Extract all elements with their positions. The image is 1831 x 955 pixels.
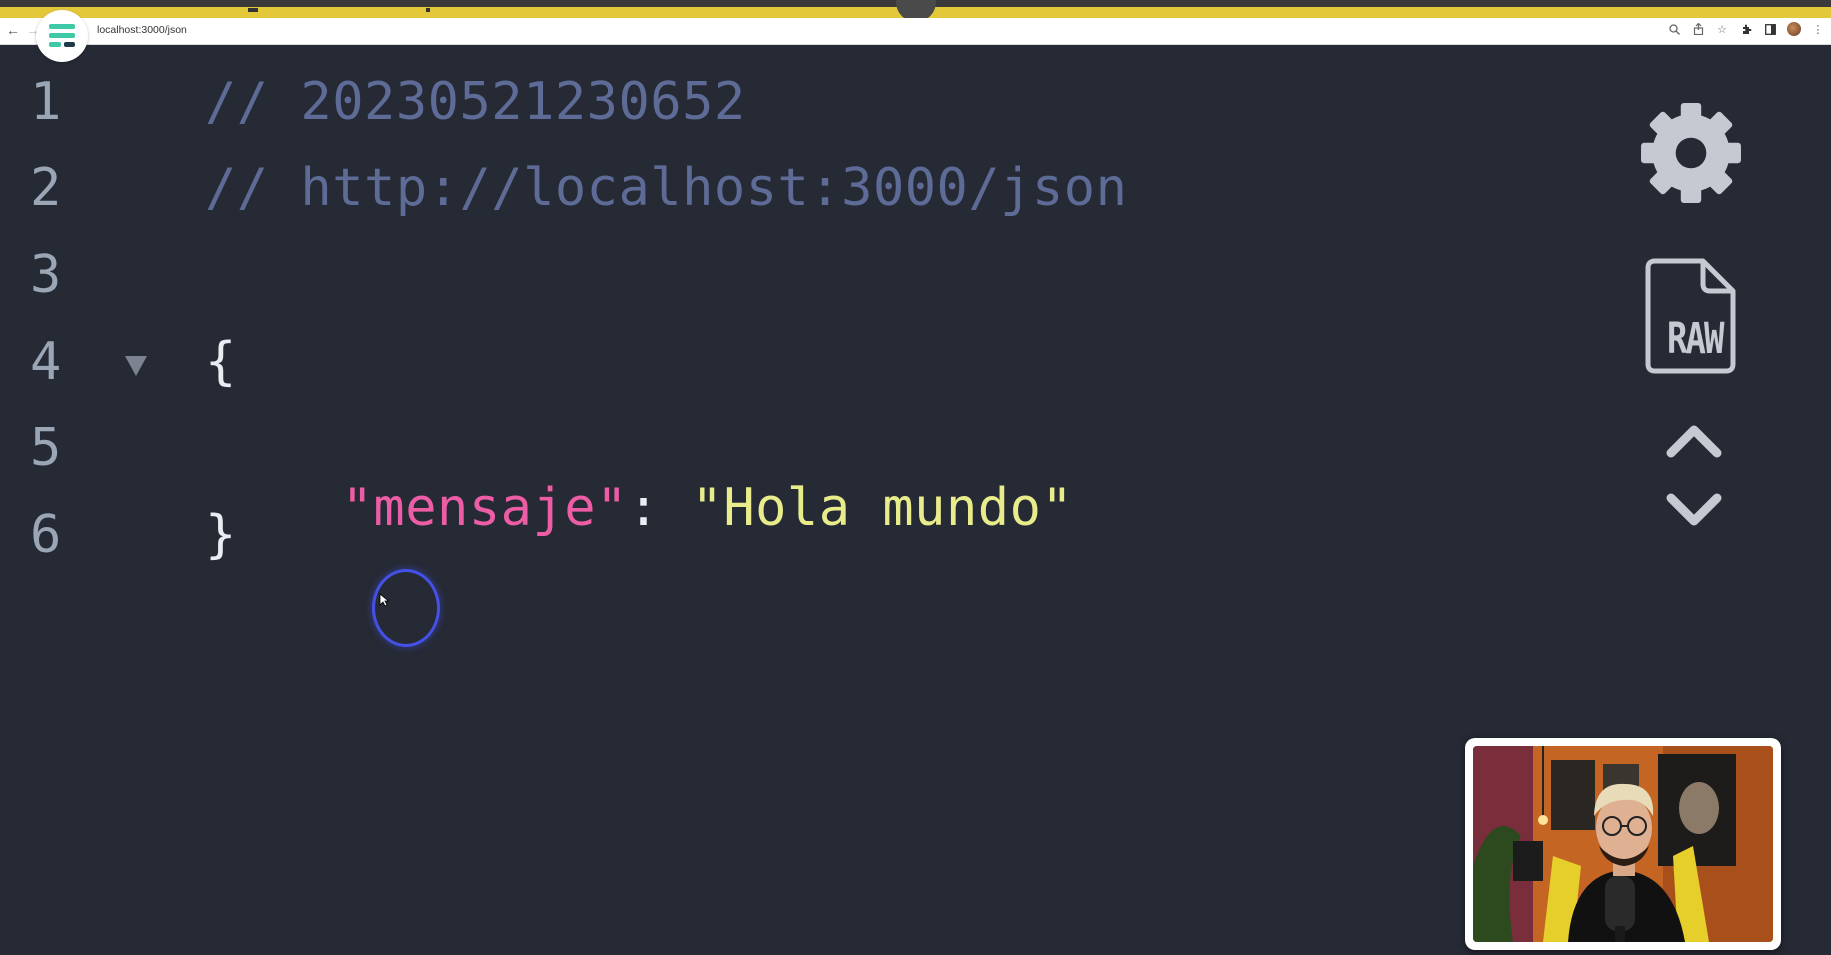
webcam-overlay	[1465, 738, 1781, 950]
json-property-line: "mensaje": "Hola mundo"	[278, 418, 1073, 538]
line-number: 6	[30, 505, 62, 565]
line-number: 5	[30, 418, 62, 478]
open-brace: {	[205, 332, 237, 392]
comment-timestamp: // 20230521230652	[205, 72, 746, 132]
back-arrow-icon[interactable]: ←	[6, 21, 20, 39]
tab-indicator	[248, 8, 258, 12]
line-number: 1	[30, 72, 62, 132]
line-number: 2	[30, 158, 62, 218]
tab-indicator	[426, 8, 430, 12]
json-colon: :	[627, 478, 660, 538]
raw-view-button[interactable]: RAW	[1645, 258, 1737, 374]
star-icon[interactable]: ☆	[1715, 22, 1729, 36]
json-key: "mensaje"	[341, 478, 628, 538]
menu-icon[interactable]: ⋮	[1811, 22, 1825, 36]
chevron-down-icon[interactable]	[1666, 493, 1722, 533]
mouse-pointer-icon	[379, 593, 389, 607]
gear-icon[interactable]	[1640, 102, 1742, 208]
line-number: 3	[30, 245, 62, 305]
webcam-video	[1473, 746, 1773, 942]
browser-toolbar: ← → localhost:3000/json ☆ ⋮	[0, 18, 1831, 45]
comment-url: // http://localhost:3000/json	[205, 158, 1128, 218]
fold-toggle-icon[interactable]	[124, 354, 148, 378]
chevron-up-icon[interactable]	[1666, 422, 1722, 462]
json-value: "Hola mundo"	[691, 478, 1074, 538]
share-icon[interactable]	[1691, 22, 1705, 36]
layers-logo-icon	[49, 24, 75, 47]
close-brace: }	[205, 505, 237, 565]
address-bar[interactable]: localhost:3000/json	[97, 24, 187, 36]
browser-toolbar-actions: ☆ ⋮	[1667, 22, 1825, 36]
zoom-icon[interactable]	[1667, 22, 1681, 36]
line-number: 4	[30, 332, 62, 392]
profile-avatar[interactable]	[1787, 22, 1801, 36]
sidebar-icon[interactable]	[1763, 22, 1777, 36]
raw-label: RAW	[1667, 314, 1724, 364]
presenter-video-frame	[1473, 746, 1773, 942]
extensions-icon[interactable]	[1739, 22, 1753, 36]
cursor-highlight-ring	[372, 569, 440, 647]
app-logo[interactable]	[36, 10, 88, 62]
